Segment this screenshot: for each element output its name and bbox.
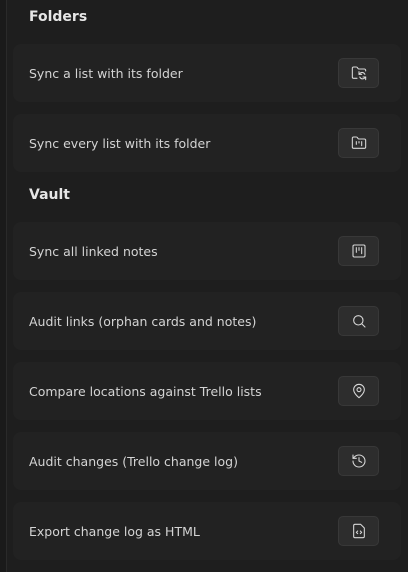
setting-label: Sync every list with its folder <box>29 135 211 151</box>
history-icon <box>351 454 365 468</box>
setting-row-sync-linked-notes: Sync all linked notes <box>13 222 401 280</box>
left-panel-edge <box>0 0 7 572</box>
folder-sync-icon <box>351 66 366 81</box>
section-heading-vault: Vault <box>29 187 70 203</box>
search-icon <box>352 315 366 328</box>
map-pin-icon <box>352 383 365 399</box>
folder-kanban-icon <box>351 136 366 149</box>
sync-linked-notes-button[interactable] <box>338 236 379 266</box>
setting-row-sync-every-list: Sync every list with its folder <box>13 114 401 172</box>
setting-row-sync-list: Sync a list with its folder <box>13 44 401 102</box>
setting-row-compare-locations: Compare locations against Trello lists <box>13 362 401 420</box>
setting-row-export-change-log: Export change log as HTML <box>13 502 401 560</box>
export-change-log-button[interactable] <box>338 516 379 546</box>
audit-changes-button[interactable] <box>338 446 379 476</box>
sync-every-list-button[interactable] <box>338 128 379 158</box>
file-code-icon <box>352 523 365 539</box>
setting-row-audit-links: Audit links (orphan cards and notes) <box>13 292 401 350</box>
audit-links-button[interactable] <box>338 306 379 336</box>
section-heading-folders: Folders <box>29 9 88 25</box>
compare-locations-button[interactable] <box>338 376 379 406</box>
setting-label: Audit links (orphan cards and notes) <box>29 313 257 329</box>
sync-list-folder-button[interactable] <box>338 58 379 88</box>
setting-label: Compare locations against Trello lists <box>29 383 262 399</box>
setting-label: Sync all linked notes <box>29 243 158 259</box>
setting-label: Audit changes (Trello change log) <box>29 453 238 469</box>
setting-row-audit-changes: Audit changes (Trello change log) <box>13 432 401 490</box>
setting-label: Sync a list with its folder <box>29 65 183 81</box>
setting-label: Export change log as HTML <box>29 523 200 539</box>
kanban-square-icon <box>351 244 366 258</box>
